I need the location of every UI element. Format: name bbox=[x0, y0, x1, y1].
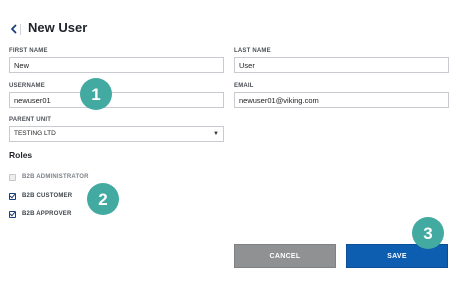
role-label: B2B APPROVER bbox=[22, 211, 72, 217]
callout-badge-2: 2 bbox=[87, 183, 119, 215]
role-b2b-administrator[interactable]: B2B ADMINISTRATOR bbox=[9, 172, 89, 182]
email-input[interactable] bbox=[234, 92, 449, 108]
page-title: New User bbox=[28, 20, 88, 35]
checkbox-checked-icon[interactable] bbox=[9, 210, 16, 218]
back-chevron-icon[interactable] bbox=[9, 22, 19, 34]
role-label: B2B CUSTOMER bbox=[22, 193, 73, 199]
parent-unit-label: PARENT UNIT bbox=[9, 117, 52, 123]
email-label: EMAIL bbox=[234, 83, 254, 89]
role-b2b-customer[interactable]: B2B CUSTOMER bbox=[9, 191, 72, 201]
parent-unit-select[interactable]: TESTING LTD ▼ bbox=[9, 126, 224, 142]
roles-heading: Roles bbox=[9, 150, 33, 160]
chevron-down-icon: ▼ bbox=[213, 131, 219, 137]
first-name-input[interactable] bbox=[9, 57, 224, 73]
checkbox-checked-icon[interactable] bbox=[9, 192, 16, 200]
username-input[interactable] bbox=[9, 92, 224, 108]
header-divider bbox=[20, 24, 21, 35]
checkbox-icon[interactable] bbox=[9, 173, 16, 181]
parent-unit-value: TESTING LTD bbox=[14, 130, 56, 137]
callout-badge-3: 3 bbox=[412, 217, 444, 249]
new-user-form-screen: New User FIRST NAME LAST NAME USERNAME E… bbox=[0, 0, 457, 290]
role-label: B2B ADMINISTRATOR bbox=[22, 174, 89, 180]
first-name-label: FIRST NAME bbox=[9, 48, 48, 54]
username-label: USERNAME bbox=[9, 83, 45, 89]
callout-badge-1: 1 bbox=[80, 78, 112, 110]
last-name-input[interactable] bbox=[234, 57, 449, 73]
role-b2b-approver[interactable]: B2B APPROVER bbox=[9, 209, 72, 219]
last-name-label: LAST NAME bbox=[234, 48, 271, 54]
cancel-button[interactable]: CANCEL bbox=[234, 244, 336, 268]
